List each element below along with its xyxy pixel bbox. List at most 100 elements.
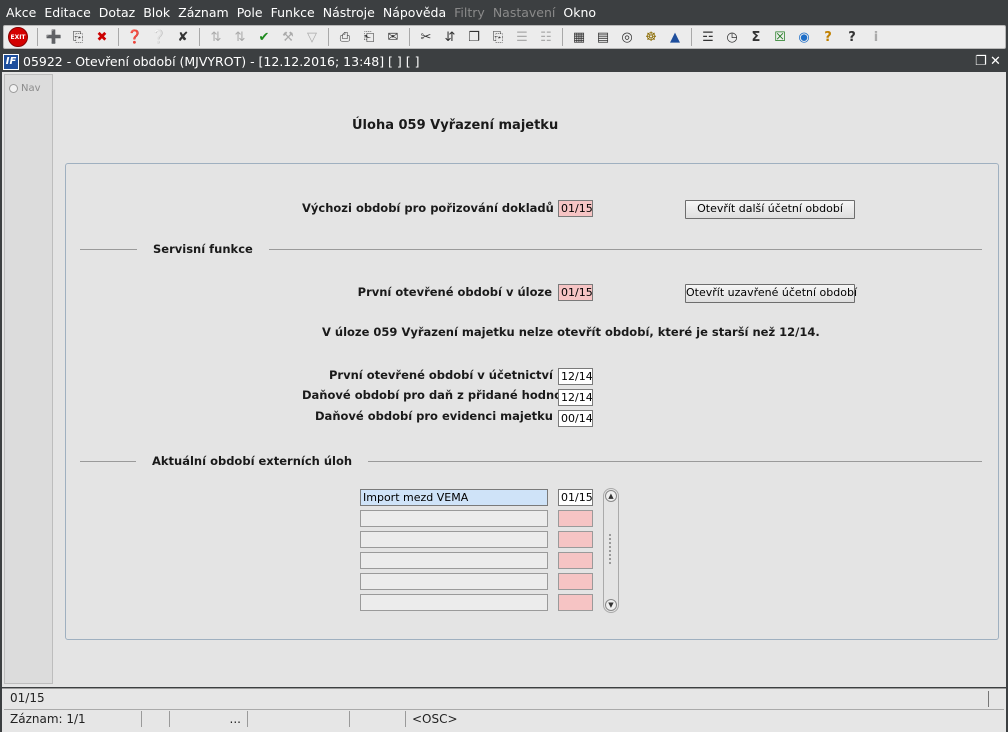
info-icon[interactable]: i <box>865 27 887 47</box>
status-message: 01/15 <box>10 691 45 705</box>
menu-okno[interactable]: Okno <box>563 5 596 20</box>
status-cell <box>248 710 350 727</box>
print-preview-icon[interactable]: ⎗ <box>358 27 380 47</box>
mode-indicator: <OSC> <box>412 711 458 726</box>
excel-icon[interactable]: ☒ <box>769 27 791 47</box>
menu-funkce[interactable]: Funkce <box>271 5 315 20</box>
menu-nastroje[interactable]: Nástroje <box>323 5 375 20</box>
triangle-icon[interactable]: ▲ <box>664 27 686 47</box>
vertical-scrollbar[interactable]: ▲ ▼ <box>603 488 619 613</box>
info-message: V úloze 059 Vyřazení majetku nelze otevř… <box>322 325 820 339</box>
window-title: 05922 - Otevření období (MJVYROT) - [12.… <box>23 54 420 69</box>
toolbar-separator <box>691 28 692 46</box>
status-cell <box>350 710 406 727</box>
first-open-label: První otevřené období v úloze <box>357 285 552 299</box>
settings-icon[interactable]: ☸ <box>640 27 662 47</box>
toolbar-separator <box>409 28 410 46</box>
chart-icon[interactable]: ☲ <box>697 27 719 47</box>
restore-icon[interactable]: ❐ <box>975 54 987 69</box>
cut-icon[interactable]: ✂ <box>415 27 437 47</box>
app-icon: IF <box>3 53 19 70</box>
menu-nastaveni: Nastavení <box>492 4 556 20</box>
delete-record-icon[interactable]: ✖ <box>91 27 113 47</box>
status-divider <box>988 691 989 707</box>
cancel-query-icon[interactable]: ✘ <box>172 27 194 47</box>
scroll-grip[interactable] <box>609 534 613 564</box>
vat-period-label: Daňové období pro daň z přidané hodnoty <box>302 388 576 402</box>
menu-zaznam[interactable]: Záznam <box>178 5 229 20</box>
scroll-up-icon[interactable]: ▲ <box>605 490 617 502</box>
sort-desc-icon[interactable]: ⇅ <box>229 27 251 47</box>
status-ellipsis: ... <box>170 710 248 727</box>
paste-icon[interactable]: ⎘ <box>487 27 509 47</box>
toolbar-separator <box>199 28 200 46</box>
external-section-title: Aktuální období externích úloh <box>136 454 369 468</box>
toolbar-separator <box>328 28 329 46</box>
external-task-name[interactable]: Import mezd VEMA <box>360 489 548 506</box>
list-icon[interactable]: ☰ <box>511 27 533 47</box>
status-bar: 01/15 Záznam: 1/1 ... <OSC> <box>2 688 1006 732</box>
menu-bar: Akce Editace Dotaz Blok Záznam Pole Funk… <box>0 0 1008 24</box>
copy-icon[interactable]: ❐ <box>463 27 485 47</box>
enter-query-icon[interactable]: ❓ <box>124 27 146 47</box>
menu-editace[interactable]: Editace <box>44 5 90 20</box>
mail-icon[interactable]: ✉ <box>382 27 404 47</box>
commit-checkmark-icon[interactable]: ✔ <box>253 27 275 47</box>
close-icon[interactable]: ✕ <box>990 54 1001 69</box>
print-icon[interactable]: ⎙ <box>334 27 356 47</box>
accounting-period-field[interactable]: 12/14 <box>558 368 593 385</box>
default-period-field[interactable]: 01/15 <box>558 200 593 217</box>
scroll-down-icon[interactable]: ▼ <box>605 599 617 611</box>
external-task-name[interactable] <box>360 594 548 611</box>
add-record-icon[interactable]: ➕ <box>43 27 65 47</box>
first-open-field[interactable]: 01/15 <box>558 284 593 301</box>
external-task-name[interactable] <box>360 531 548 548</box>
client-area: Nav Úloha 059 Vyřazení majetku Výchozi o… <box>2 72 1006 687</box>
execute-query-icon[interactable]: ❔ <box>148 27 170 47</box>
toolbar-separator <box>562 28 563 46</box>
tree-icon[interactable]: ☷ <box>535 27 557 47</box>
window-title-bar: IF 05922 - Otevření období (MJVYROT) - [… <box>0 51 1008 72</box>
sum-icon[interactable]: Σ <box>745 27 767 47</box>
status-row: Záznam: 1/1 ... <OSC> <box>4 709 1004 727</box>
external-task-period[interactable] <box>558 510 593 527</box>
external-task-period[interactable] <box>558 531 593 548</box>
external-task-name[interactable] <box>360 573 548 590</box>
copy-record-icon[interactable]: ⎘ <box>67 27 89 47</box>
open-next-period-button[interactable]: Otevřít další účetní období <box>685 200 855 219</box>
toolbar-separator <box>118 28 119 46</box>
menu-blok[interactable]: Blok <box>143 5 170 20</box>
filter-icon[interactable]: ▽ <box>301 27 323 47</box>
help-query-icon[interactable]: ? <box>817 27 839 47</box>
vat-period-field[interactable]: 12/14 <box>558 389 593 406</box>
external-task-period[interactable] <box>558 552 593 569</box>
menu-akce[interactable]: Akce <box>6 5 36 20</box>
move-icon[interactable]: ⇵ <box>439 27 461 47</box>
page-title: Úloha 059 Vyřazení majetku <box>352 118 559 133</box>
sort-asc-icon[interactable]: ⇅ <box>205 27 227 47</box>
external-task-period[interactable] <box>558 594 593 611</box>
tools-icon[interactable]: ⚒ <box>277 27 299 47</box>
menu-napoveda[interactable]: Nápověda <box>383 5 446 20</box>
calculator-icon[interactable]: ▦ <box>568 27 590 47</box>
exit-icon[interactable]: EXIT <box>8 27 28 47</box>
timer-icon[interactable]: ◷ <box>721 27 743 47</box>
external-task-name[interactable] <box>360 552 548 569</box>
browser-icon[interactable]: ◉ <box>793 27 815 47</box>
asset-period-label: Daňové období pro evidenci majetku <box>315 409 553 423</box>
menu-pole[interactable]: Pole <box>237 5 263 20</box>
globe-icon[interactable]: ◎ <box>616 27 638 47</box>
status-cell <box>142 710 170 727</box>
document-icon[interactable]: ▤ <box>592 27 614 47</box>
external-task-period[interactable]: 01/15 <box>558 489 593 506</box>
external-task-name[interactable] <box>360 510 548 527</box>
toolbar: EXIT ➕ ⎘ ✖ ❓ ❔ ✘ ⇅ ⇅ ✔ ⚒ ▽ ⎙ ⎗ ✉ ✂ ⇵ ❐ ⎘… <box>0 24 1008 50</box>
service-section-title: Servisní funkce <box>137 242 269 256</box>
open-closed-period-button[interactable]: Otevřít uzavřené účetní období <box>685 284 857 303</box>
asset-period-field[interactable]: 00/14 <box>558 410 593 427</box>
menu-dotaz[interactable]: Dotaz <box>99 5 135 20</box>
external-task-period[interactable] <box>558 573 593 590</box>
help-icon[interactable]: ? <box>841 27 863 47</box>
default-period-label: Výchozi období pro pořizování dokladů <box>302 201 554 215</box>
form-content: Úloha 059 Vyřazení majetku Výchozi obdob… <box>2 72 1006 687</box>
